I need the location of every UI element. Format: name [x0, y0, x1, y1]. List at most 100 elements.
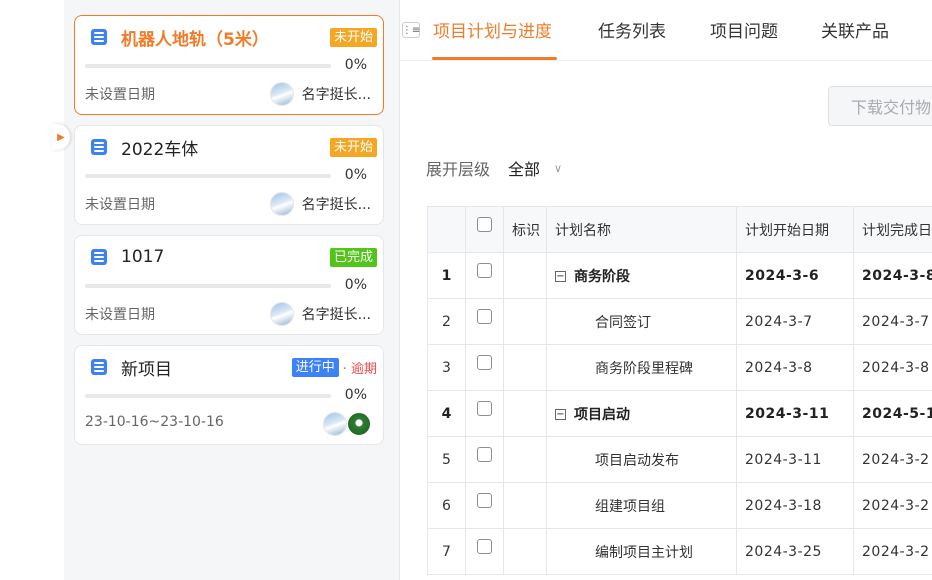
row-end-date: 2024-3-8: [853, 344, 932, 391]
table-row[interactable]: 5 项目启动发布 2024-3-11 2024-3-2: [427, 436, 932, 483]
table-row[interactable]: 4 − 项目启动 2024-3-11 2024-5-1: [427, 390, 932, 437]
tab-plan-progress[interactable]: 项目计划与进度: [433, 17, 552, 42]
collapse-minus-icon[interactable]: −: [555, 409, 566, 420]
avatar: [323, 412, 347, 436]
progress-percent: 0%: [344, 387, 367, 403]
expand-level-select[interactable]: 全部 ∨: [508, 156, 562, 180]
chevron-down-icon: ∨: [554, 161, 563, 175]
row-index: 4: [427, 390, 466, 437]
tab-task-list[interactable]: 任务列表: [598, 17, 666, 42]
row-checkbox[interactable]: [465, 528, 504, 575]
row-checkbox[interactable]: [465, 482, 504, 529]
row-flag: [503, 344, 547, 391]
table-row[interactable]: 7 编制项目主计划 2024-3-25 2024-3-2: [427, 528, 932, 575]
row-start-date: 2024-3-6: [736, 252, 854, 299]
project-name: 2022车体: [121, 139, 199, 160]
row-checkbox[interactable]: [465, 344, 504, 391]
chevron-right-icon: ▶: [57, 131, 65, 143]
row-flag: [503, 298, 547, 345]
row-flag: [503, 436, 547, 483]
owner-name: 名字挺长...: [301, 87, 371, 103]
progress-bar: [85, 394, 331, 398]
avatar: [347, 412, 371, 436]
database-icon: [91, 139, 107, 155]
row-start-date: 2024-3-8: [736, 344, 854, 391]
row-end-date: 2024-3-2: [853, 528, 932, 575]
collapse-list-icon[interactable]: ⋮≡: [402, 22, 420, 38]
table-row[interactable]: 1 − 商务阶段 2024-3-6 2024-3-8: [427, 252, 932, 299]
row-end-date: 2024-3-2: [853, 436, 932, 483]
owner-name: 名字挺长...: [301, 197, 371, 213]
header-flag: 标识: [503, 206, 547, 253]
table-row[interactable]: 2 合同签订 2024-3-7 2024-3-7: [427, 298, 932, 345]
row-flag: [503, 252, 547, 299]
status-badge: 已完成: [329, 247, 377, 267]
plan-table: 标识 计划名称 计划开始日期 计划完成日期 1 −商务阶段 2024-3-6 2…: [427, 206, 932, 575]
project-card[interactable]: 2022车体 未开始 0% 未设置日期 名字挺长...: [74, 125, 384, 225]
main-panel: ⋮≡ 项目计划与进度 任务列表 项目问题 关联产品 下载交付物 展开层级 全部 ∨…: [400, 0, 932, 580]
project-name: 1017: [121, 247, 165, 267]
row-plan-name: 商务阶段里程碑: [546, 344, 737, 391]
row-index: 3: [427, 344, 466, 391]
active-tab-indicator: [432, 57, 557, 60]
avatar: [269, 192, 294, 216]
project-card[interactable]: 1017 已完成 0% 未设置日期 名字挺长...: [74, 235, 384, 335]
expand-level-label: 展开层级: [426, 160, 491, 179]
tab-related-products[interactable]: 关联产品: [821, 17, 889, 42]
row-plan-name: − 商务阶段: [546, 252, 737, 299]
table-header-row: 标识 计划名称 计划开始日期 计划完成日期: [427, 206, 932, 253]
header-plan-name: 计划名称: [546, 206, 737, 253]
project-card[interactable]: 新项目 进行中 · 逾期 0% 23-10-16~23-10-16: [74, 345, 384, 445]
status-badge: 未开始: [329, 27, 377, 47]
row-plan-name: 合同签订: [546, 298, 737, 345]
project-owner: 名字挺长...: [269, 192, 371, 216]
database-icon: [91, 249, 107, 265]
tab-project-issues[interactable]: 项目问题: [710, 17, 778, 42]
project-name: 新项目: [121, 359, 172, 380]
row-plan-name: 编制项目主计划: [546, 528, 737, 575]
status-badge: 进行中: [291, 357, 339, 377]
status-badge: 未开始: [329, 137, 377, 157]
row-start-date: 2024-3-25: [736, 528, 854, 575]
progress-bar: [85, 174, 331, 178]
progress-percent: 0%: [344, 167, 367, 183]
header-index: [427, 206, 466, 253]
row-index: 6: [427, 482, 466, 529]
project-card[interactable]: 机器人地轨（5米） 未开始 0% 未设置日期 名字挺长...: [74, 15, 384, 115]
tab-bar: ⋮≡ 项目计划与进度 任务列表 项目问题 关联产品: [400, 0, 932, 61]
progress-bar: [85, 64, 331, 68]
project-owner: 名字挺长...: [269, 302, 371, 326]
row-plan-name: − 项目启动: [546, 390, 737, 437]
row-checkbox[interactable]: [465, 252, 504, 299]
row-start-date: 2024-3-7: [736, 298, 854, 345]
database-icon: [91, 359, 107, 375]
project-date: 未设置日期: [85, 87, 155, 103]
row-index: 5: [427, 436, 466, 483]
project-date: 未设置日期: [85, 197, 155, 213]
collapse-minus-icon[interactable]: −: [555, 271, 566, 282]
row-index: 1: [427, 252, 466, 299]
row-end-date: 2024-3-2: [853, 482, 932, 529]
header-start-date: 计划开始日期: [736, 206, 854, 253]
row-end-date: 2024-3-8: [853, 252, 932, 299]
row-flag: [503, 528, 547, 575]
row-index: 7: [427, 528, 466, 575]
project-owners: [323, 412, 371, 436]
row-checkbox[interactable]: [465, 298, 504, 345]
table-row[interactable]: 6 组建项目组 2024-3-18 2024-3-2: [427, 482, 932, 529]
project-date: 未设置日期: [85, 307, 155, 323]
row-start-date: 2024-3-11: [736, 390, 854, 437]
row-checkbox[interactable]: [465, 436, 504, 483]
row-flag: [503, 482, 547, 529]
row-start-date: 2024-3-11: [736, 436, 854, 483]
database-icon: [91, 29, 107, 45]
row-index: 2: [427, 298, 466, 345]
row-checkbox[interactable]: [465, 390, 504, 437]
download-deliverables-button[interactable]: 下载交付物: [828, 86, 932, 126]
select-all-checkbox[interactable]: [465, 206, 504, 253]
table-row[interactable]: 3 商务阶段里程碑 2024-3-8 2024-3-8: [427, 344, 932, 391]
header-end-date: 计划完成日期: [853, 206, 932, 253]
avatar: [269, 302, 294, 326]
avatar: [269, 82, 294, 106]
row-start-date: 2024-3-18: [736, 482, 854, 529]
